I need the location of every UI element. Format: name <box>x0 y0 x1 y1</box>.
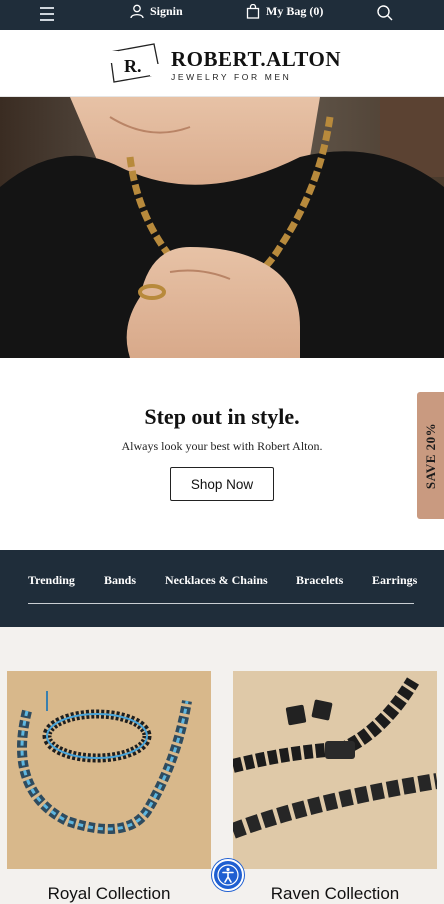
royal-collection-title[interactable]: Royal Collection <box>7 884 211 904</box>
search-icon[interactable] <box>376 4 394 22</box>
promo-section: Step out in style. Always look your best… <box>0 358 444 550</box>
save-20-tab[interactable]: SAVE 20% <box>417 392 444 519</box>
brand-name[interactable]: ROBERT.ALTON <box>171 47 341 72</box>
signin-link[interactable]: Signin <box>130 4 183 19</box>
category-necklaces-chains[interactable]: Necklaces & Chains <box>165 573 268 588</box>
category-bracelets[interactable]: Bracelets <box>296 573 343 588</box>
user-icon <box>130 4 144 19</box>
accessibility-icon <box>217 864 239 886</box>
accessibility-button[interactable] <box>212 859 244 891</box>
top-bar: Signin My Bag (0) <box>0 0 444 30</box>
category-bands[interactable]: Bands <box>104 573 136 588</box>
royal-collection-card[interactable]: Royal Collection <box>7 671 211 904</box>
raven-collection-image[interactable] <box>233 671 437 869</box>
save-20-label: SAVE 20% <box>422 422 438 489</box>
shop-now-button[interactable]: Shop Now <box>170 467 274 501</box>
promo-subtext: Always look your best with Robert Alton. <box>121 439 323 453</box>
promo-heading: Step out in style. <box>144 404 300 429</box>
shopping-bag-icon <box>246 4 260 19</box>
royal-collection-image[interactable] <box>7 671 211 869</box>
brand-logo[interactable]: R. <box>106 42 162 84</box>
menu-icon[interactable] <box>38 4 58 24</box>
signin-label: Signin <box>150 4 183 18</box>
raven-collection-title[interactable]: Raven Collection <box>233 884 437 904</box>
my-bag-label: My Bag (0) <box>266 4 324 18</box>
category-trending[interactable]: Trending <box>28 573 75 588</box>
brand-tagline: JEWELRY FOR MEN <box>171 72 292 82</box>
category-nav: Trending Bands Necklaces & Chains Bracel… <box>0 550 444 627</box>
my-bag-link[interactable]: My Bag (0) <box>246 4 323 19</box>
category-earrings[interactable]: Earrings <box>372 573 417 588</box>
category-divider <box>28 603 414 604</box>
hero-image <box>0 97 444 358</box>
raven-collection-card[interactable]: Raven Collection <box>233 671 437 904</box>
brand-mark: R. <box>124 56 142 76</box>
logo-area: R. ROBERT.ALTON JEWELRY FOR MEN <box>0 30 444 97</box>
